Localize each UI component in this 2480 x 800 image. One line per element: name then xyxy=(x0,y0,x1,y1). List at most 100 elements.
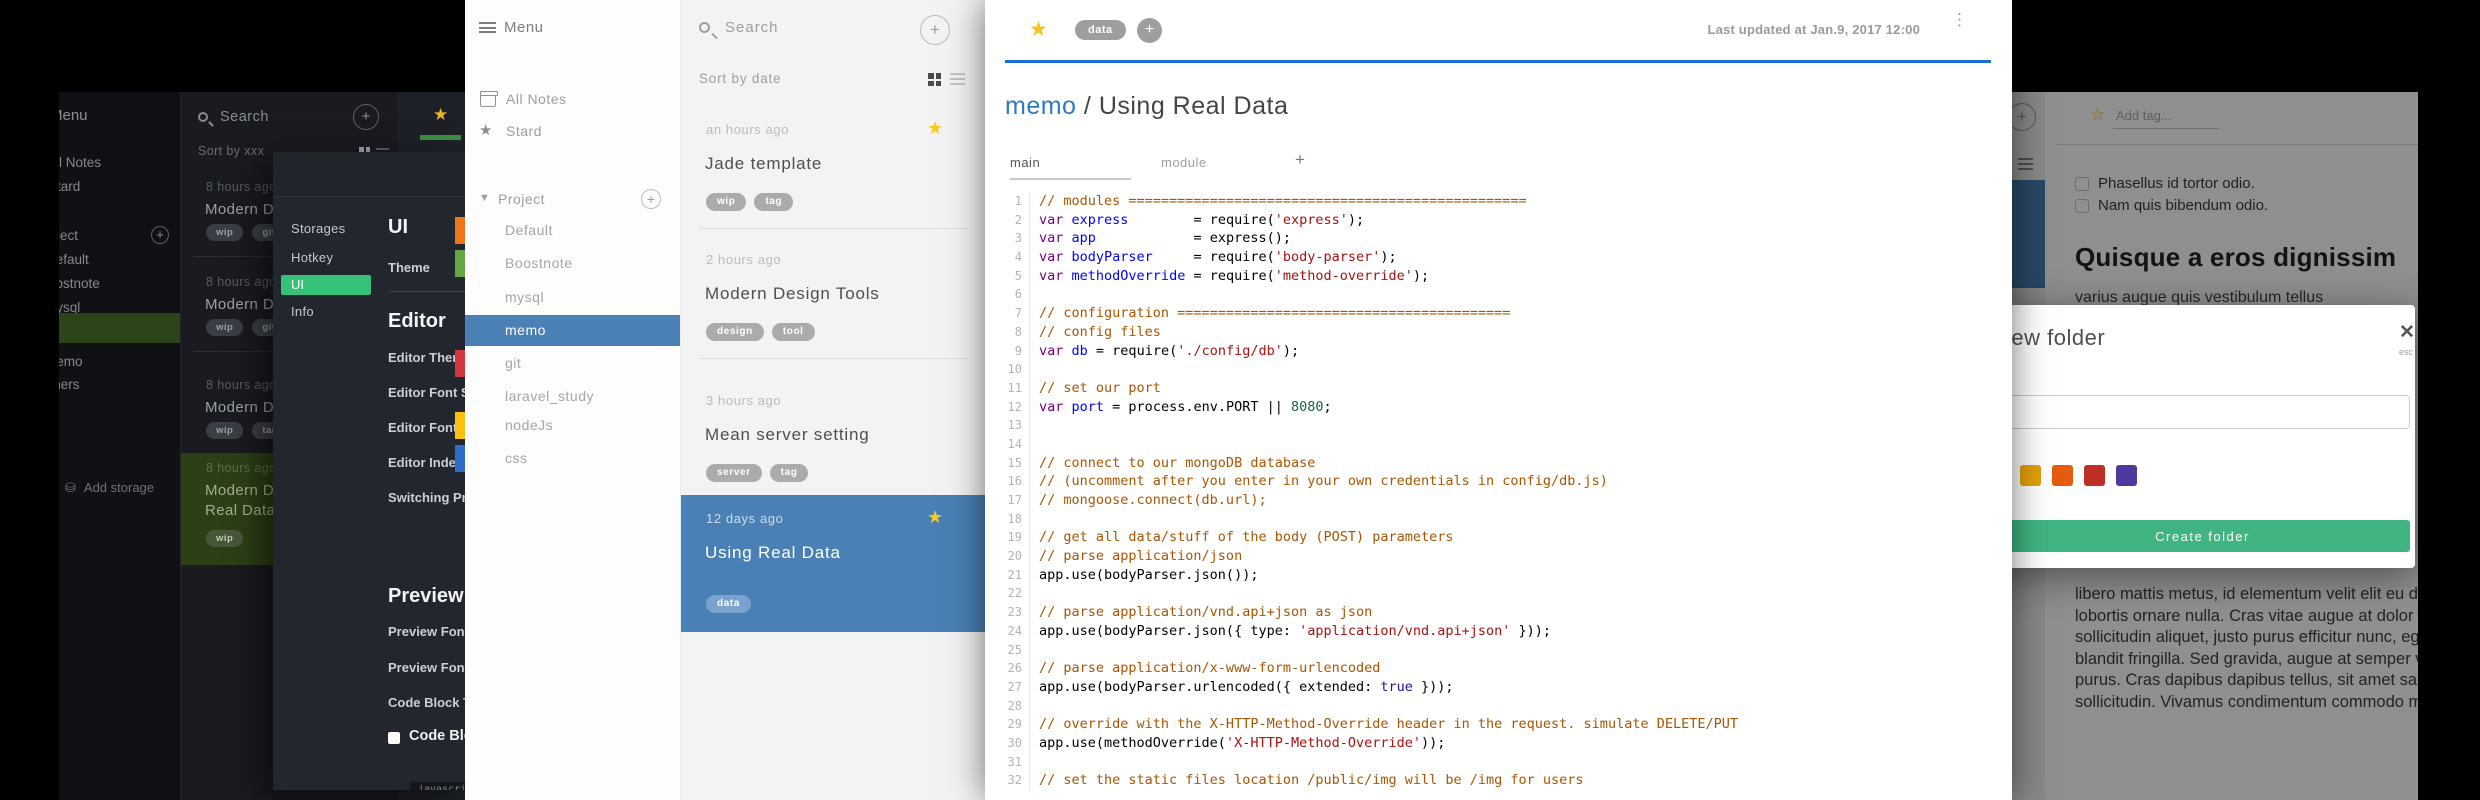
breadcrumb-folder[interactable]: memo xyxy=(1005,92,1076,120)
note-title: memo / Using Real Data xyxy=(1005,92,1288,121)
line-number: 21 xyxy=(1000,565,1030,585)
settings-item[interactable]: Preview Font Size xyxy=(388,624,465,639)
settings-item[interactable]: Editor Indent Size xyxy=(388,455,465,470)
code-text: var bodyParser = require('body-parser'); xyxy=(1039,249,1397,266)
color-swatch[interactable] xyxy=(2020,465,2041,486)
list-view-icon[interactable] xyxy=(950,73,965,85)
line-number: 2 xyxy=(1000,210,1030,230)
settings-menu-item[interactable]: Info xyxy=(291,304,314,319)
sidebar-folder-item[interactable]: Boostnote xyxy=(505,255,573,271)
dark-folder-item[interactable]: Default xyxy=(59,252,89,267)
code-text: var db = require('./config/db'); xyxy=(1039,342,1300,359)
dark-sidebar-item-all-notes[interactable]: All Notes xyxy=(59,155,101,170)
dark-folder-item[interactable]: Boostnote xyxy=(59,276,100,291)
tag-pill[interactable]: wip xyxy=(706,192,747,211)
sidebar-folder-item[interactable]: git xyxy=(505,355,521,371)
search-input[interactable]: Search xyxy=(725,19,779,36)
tab-module[interactable]: module xyxy=(1161,155,1207,170)
dark-add-folder-button[interactable]: + xyxy=(151,226,169,244)
dark-add-storage-button[interactable]: ⛁ Add storage xyxy=(65,480,154,496)
line-number: 3 xyxy=(1000,229,1030,249)
tag-pill[interactable]: tool xyxy=(771,322,815,341)
settings-item[interactable]: Code Block Theme xyxy=(388,695,465,710)
star-icon[interactable]: ★ xyxy=(433,105,448,125)
create-folder-button[interactable]: Create folder xyxy=(1995,520,2410,552)
settings-item[interactable]: Switching Preview xyxy=(388,490,465,505)
line-number: 10 xyxy=(1000,360,1030,379)
settings-menu-item-active[interactable]: UI xyxy=(281,275,371,295)
menu-label[interactable]: Menu xyxy=(504,19,544,36)
code-text: // parse application/json xyxy=(1039,548,1243,565)
sidebar-folder-item[interactable]: mysql xyxy=(505,289,544,305)
settings-item[interactable]: Editor Theme xyxy=(388,350,465,365)
dark-new-note-button[interactable]: + xyxy=(353,104,379,130)
color-swatch[interactable] xyxy=(2116,465,2137,486)
code-block-preview-chip: javascript xyxy=(410,782,465,790)
code-line: 14 xyxy=(1000,434,2012,454)
star-icon[interactable]: ★ xyxy=(1029,17,1048,42)
star-icon[interactable]: ★ xyxy=(927,118,943,139)
dark-project-header[interactable]: Project xyxy=(59,228,78,243)
note-title: Modern Design Tools xyxy=(705,284,880,303)
tag-pill[interactable]: wip xyxy=(206,422,244,439)
new-tab-button[interactable]: + xyxy=(1295,150,1305,170)
tab-main[interactable]: main xyxy=(1010,155,1040,170)
note-tags: server tag xyxy=(706,462,816,482)
search-icon xyxy=(198,112,208,122)
sidebar-folder-item[interactable]: Default xyxy=(505,222,553,238)
tag-pill[interactable]: tag xyxy=(754,192,794,211)
settings-item[interactable]: Preview Font Family xyxy=(388,660,465,675)
color-swatch[interactable] xyxy=(2084,465,2105,486)
settings-item[interactable]: Editor Font Family xyxy=(388,420,465,435)
tag-pill[interactable]: server xyxy=(706,463,762,482)
code-block-checkbox[interactable] xyxy=(388,732,400,744)
code-editor[interactable]: 1 // modules ============================… xyxy=(1000,192,2012,800)
note-title-text: Using Real Data xyxy=(1098,92,1289,120)
note-divider xyxy=(699,228,968,229)
color-swatch[interactable] xyxy=(2052,465,2073,486)
line-number: 20 xyxy=(1000,547,1030,566)
dark-search-input[interactable]: Search xyxy=(220,109,269,125)
close-icon[interactable]: ✕ xyxy=(2399,321,2415,344)
code-line: 3 var app = express(); xyxy=(1000,229,2012,249)
tag-pill[interactable]: wip xyxy=(206,224,244,241)
tag-pill[interactable]: data xyxy=(706,594,751,613)
tag-pill[interactable]: wip xyxy=(206,319,244,336)
settings-menu-item[interactable]: Hotkey xyxy=(291,250,333,265)
sidebar-folder-item[interactable]: nodeJs xyxy=(505,417,553,433)
chevron-down-icon[interactable]: ▼ xyxy=(479,192,490,204)
line-number: 28 xyxy=(1000,696,1030,716)
note-tags: wip xyxy=(206,528,252,547)
dark-menu-label[interactable]: Menu xyxy=(59,107,88,124)
grid-view-icon[interactable] xyxy=(928,73,941,86)
dark-sidebar-item-starred[interactable]: Stard xyxy=(59,179,80,194)
dark-folder-item[interactable]: memo xyxy=(59,354,83,369)
dark-sort-selector[interactable]: Sort by xxx xyxy=(198,144,264,158)
star-icon[interactable]: ★ xyxy=(927,507,943,528)
sidebar-folder-item[interactable]: laravel_study xyxy=(505,388,594,404)
sidebar-folder-item[interactable]: css xyxy=(505,450,528,466)
kebab-menu-icon[interactable]: ⋮ xyxy=(1951,11,1968,28)
new-note-button[interactable]: + xyxy=(920,15,950,45)
dark-selected-folder-row[interactable] xyxy=(59,313,180,343)
tag-pill[interactable]: wip xyxy=(206,530,244,547)
sidebar-item-all-notes[interactable]: All Notes xyxy=(506,91,567,107)
note-card[interactable]: 12 days ago ★ Using Real Data data xyxy=(681,495,986,632)
sidebar-item-starred[interactable]: Stard xyxy=(506,123,542,139)
line-number: 31 xyxy=(1000,752,1030,772)
dark-folder-item[interactable]: others xyxy=(59,377,80,392)
tag-pill[interactable]: tag xyxy=(769,463,809,482)
settings-menu-item[interactable]: Storages xyxy=(291,221,345,236)
settings-item[interactable]: Editor Font Size xyxy=(388,385,465,400)
add-tag-button[interactable]: + xyxy=(1137,18,1162,43)
add-folder-button[interactable]: + xyxy=(641,189,661,209)
settings-item-theme[interactable]: Theme xyxy=(388,260,430,275)
sidebar-folder-item[interactable]: memo xyxy=(505,322,546,338)
menu-icon[interactable] xyxy=(479,22,496,33)
note-tag-pill[interactable]: data xyxy=(1075,20,1126,40)
sort-selector[interactable]: Sort by date xyxy=(699,71,781,86)
tag-pill[interactable]: design xyxy=(706,322,764,341)
folder-name-input[interactable] xyxy=(1995,395,2410,429)
